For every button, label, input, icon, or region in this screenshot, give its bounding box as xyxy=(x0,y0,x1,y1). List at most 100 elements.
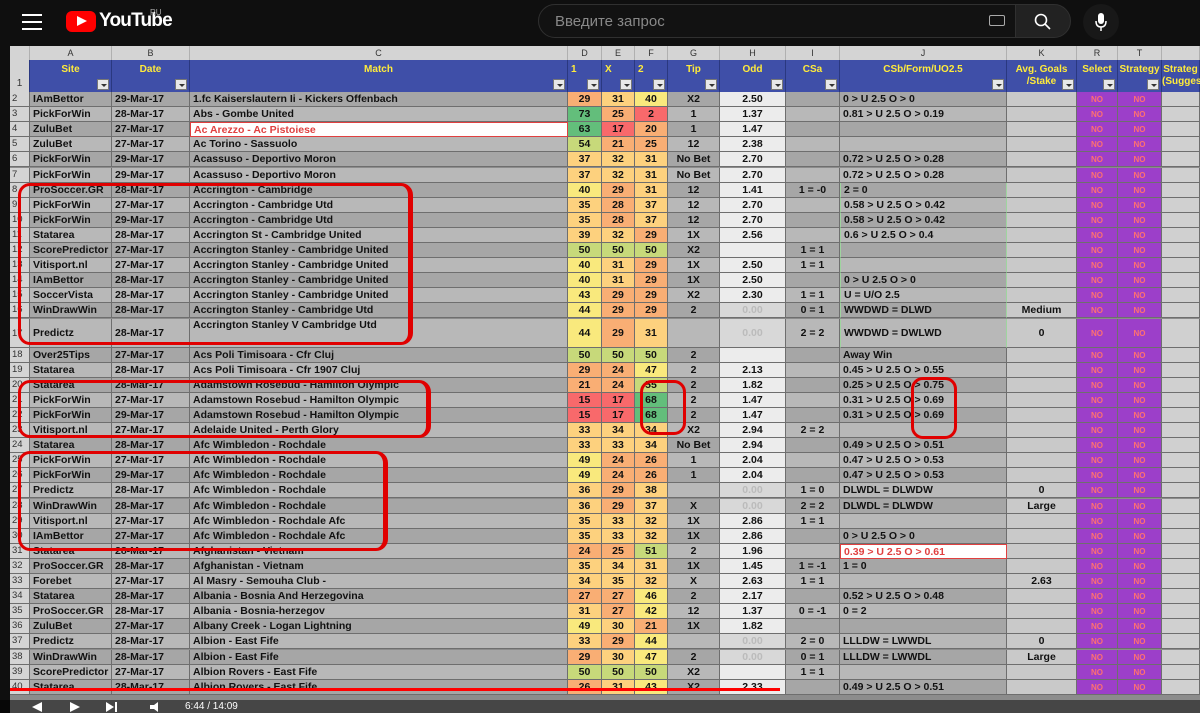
select-cell[interactable]: NO xyxy=(1077,438,1118,454)
cell-px[interactable]: 29 xyxy=(602,303,635,319)
cell-csb[interactable]: 0 > U 2.5 O > 0 xyxy=(840,528,1007,544)
cell-strategy-suggested[interactable] xyxy=(1162,227,1200,243)
strategy-cell[interactable]: NO xyxy=(1118,558,1162,574)
cell-date[interactable]: 29-Mar-17 xyxy=(112,152,190,168)
cell-p1[interactable]: 37 xyxy=(568,167,602,183)
cell-p2[interactable]: 25 xyxy=(635,137,668,153)
cell-site[interactable]: WinDrawWin xyxy=(30,649,112,665)
cell-csa[interactable] xyxy=(786,212,840,228)
cell-p1[interactable]: 49 xyxy=(568,453,602,469)
cell-p2[interactable]: 50 xyxy=(635,664,668,680)
cell-p2[interactable]: 2 xyxy=(635,107,668,123)
cell-p1[interactable]: 24 xyxy=(568,543,602,559)
table-row[interactable]: 38 WinDrawWin 28-Mar-17 Albion - East Fife 2… xyxy=(10,649,1200,665)
cell-site[interactable]: Over25Tips xyxy=(30,347,112,363)
cell-odd[interactable]: 1.37 xyxy=(720,107,786,123)
cell-strategy-suggested[interactable] xyxy=(1162,122,1200,138)
cell-p2[interactable]: 31 xyxy=(635,167,668,183)
cell-match[interactable]: Acs Poli Timisoara - Cfr Cluj xyxy=(190,347,568,363)
cell-strategy-suggested[interactable] xyxy=(1162,212,1200,228)
cell-match[interactable]: Albania - Bosnia-herzegov xyxy=(190,604,568,620)
column-letter[interactable]: A xyxy=(30,46,112,60)
cell-odd[interactable]: 1.47 xyxy=(720,392,786,408)
cell-p2[interactable]: 51 xyxy=(635,543,668,559)
table-row[interactable]: 4 ZuluBet 27-Mar-17 Ac Arezzo - Ac Pistoies… xyxy=(10,122,1200,138)
cell-odd[interactable]: 2.56 xyxy=(720,227,786,243)
cell-avg[interactable] xyxy=(1007,468,1077,484)
cell-csa[interactable]: 2 = 0 xyxy=(786,634,840,650)
column-letter[interactable]: C xyxy=(190,46,568,60)
strategy-cell[interactable]: NO xyxy=(1118,122,1162,138)
cell-p1[interactable]: 35 xyxy=(568,212,602,228)
cell-tip[interactable]: 12 xyxy=(668,137,720,153)
cell-px[interactable]: 33 xyxy=(602,438,635,454)
search-button[interactable] xyxy=(1015,4,1071,38)
cell-p2[interactable]: 44 xyxy=(635,634,668,650)
cell-match[interactable]: Afghanistan - Vietnam xyxy=(190,558,568,574)
filter-dropdown-icon[interactable] xyxy=(97,79,109,90)
cell-p1[interactable]: 50 xyxy=(568,347,602,363)
cell-avg[interactable] xyxy=(1007,362,1077,378)
cell-tip[interactable]: X2 xyxy=(668,243,720,259)
cell-p1[interactable]: 63 xyxy=(568,122,602,138)
cell-p2[interactable]: 29 xyxy=(635,227,668,243)
cell-avg[interactable] xyxy=(1007,392,1077,408)
cell-odd[interactable]: 2.70 xyxy=(720,212,786,228)
cell-strategy-suggested[interactable] xyxy=(1162,619,1200,635)
cell-px[interactable]: 32 xyxy=(602,227,635,243)
cell-odd[interactable]: 2.13 xyxy=(720,362,786,378)
cell-px[interactable]: 29 xyxy=(602,498,635,514)
cell-csa[interactable]: 1 = 1 xyxy=(786,243,840,259)
cell-px[interactable]: 32 xyxy=(602,152,635,168)
cell-odd[interactable]: 0.00 xyxy=(720,634,786,650)
cell-csb[interactable]: DLWDL = DLWDW xyxy=(840,498,1007,514)
cell-tip[interactable]: 12 xyxy=(668,604,720,620)
cell-csa[interactable]: 1 = 1 xyxy=(786,664,840,680)
table-row[interactable]: 6 PickForWin 29-Mar-17 Acassuso - Deportivo… xyxy=(10,152,1200,168)
cell-csa[interactable] xyxy=(786,122,840,138)
cell-strategy-suggested[interactable] xyxy=(1162,407,1200,423)
cell-odd[interactable]: 2.70 xyxy=(720,152,786,168)
cell-strategy-suggested[interactable] xyxy=(1162,258,1200,274)
select-cell[interactable]: NO xyxy=(1077,604,1118,620)
cell-p2[interactable]: 47 xyxy=(635,649,668,665)
cell-strategy-suggested[interactable] xyxy=(1162,152,1200,168)
cell-date[interactable]: 27-Mar-17 xyxy=(112,122,190,138)
cell-p2[interactable]: 29 xyxy=(635,303,668,319)
cell-strategy-suggested[interactable] xyxy=(1162,438,1200,454)
youtube-logo[interactable]: YouTube RU xyxy=(66,8,173,32)
cell-csb[interactable] xyxy=(840,574,1007,590)
cell-avg[interactable] xyxy=(1007,182,1077,198)
cell-strategy-suggested[interactable] xyxy=(1162,483,1200,499)
select-cell[interactable]: NO xyxy=(1077,273,1118,289)
strategy-cell[interactable]: NO xyxy=(1118,649,1162,665)
cell-p1[interactable]: 21 xyxy=(568,377,602,393)
cell-p1[interactable]: 34 xyxy=(568,574,602,590)
strategy-cell[interactable]: NO xyxy=(1118,438,1162,454)
cell-p2[interactable]: 31 xyxy=(635,558,668,574)
cell-p2[interactable]: 40 xyxy=(635,92,668,108)
cell-px[interactable]: 33 xyxy=(602,513,635,529)
filter-dropdown-icon[interactable] xyxy=(1147,79,1159,90)
cell-avg[interactable]: 2.63 xyxy=(1007,574,1077,590)
column-header[interactable]: Strateg (Sugges xyxy=(1162,60,1200,92)
filter-dropdown-icon[interactable] xyxy=(175,79,187,90)
cell-strategy-suggested[interactable] xyxy=(1162,377,1200,393)
cell-tip[interactable]: 12 xyxy=(668,182,720,198)
table-row[interactable]: 19 Statarea 28-Mar-17 Acs Poli Timisoara - … xyxy=(10,362,1200,378)
cell-csa[interactable]: 2 = 2 xyxy=(786,318,840,348)
select-cell[interactable]: NO xyxy=(1077,513,1118,529)
cell-p1[interactable]: 44 xyxy=(568,303,602,319)
cell-p1[interactable]: 73 xyxy=(568,107,602,123)
strategy-cell[interactable]: NO xyxy=(1118,604,1162,620)
select-cell[interactable]: NO xyxy=(1077,137,1118,153)
cell-tip[interactable]: No Bet xyxy=(668,152,720,168)
cell-strategy-suggested[interactable] xyxy=(1162,589,1200,605)
cell-match[interactable]: Albion Rovers - East Fife xyxy=(190,664,568,680)
select-cell[interactable]: NO xyxy=(1077,227,1118,243)
strategy-cell[interactable]: NO xyxy=(1118,407,1162,423)
cell-p2[interactable]: 32 xyxy=(635,528,668,544)
cell-csb[interactable]: 0.6 > U 2.5 O > 0.4 xyxy=(840,227,1007,243)
strategy-cell[interactable]: NO xyxy=(1118,227,1162,243)
strategy-cell[interactable]: NO xyxy=(1118,392,1162,408)
